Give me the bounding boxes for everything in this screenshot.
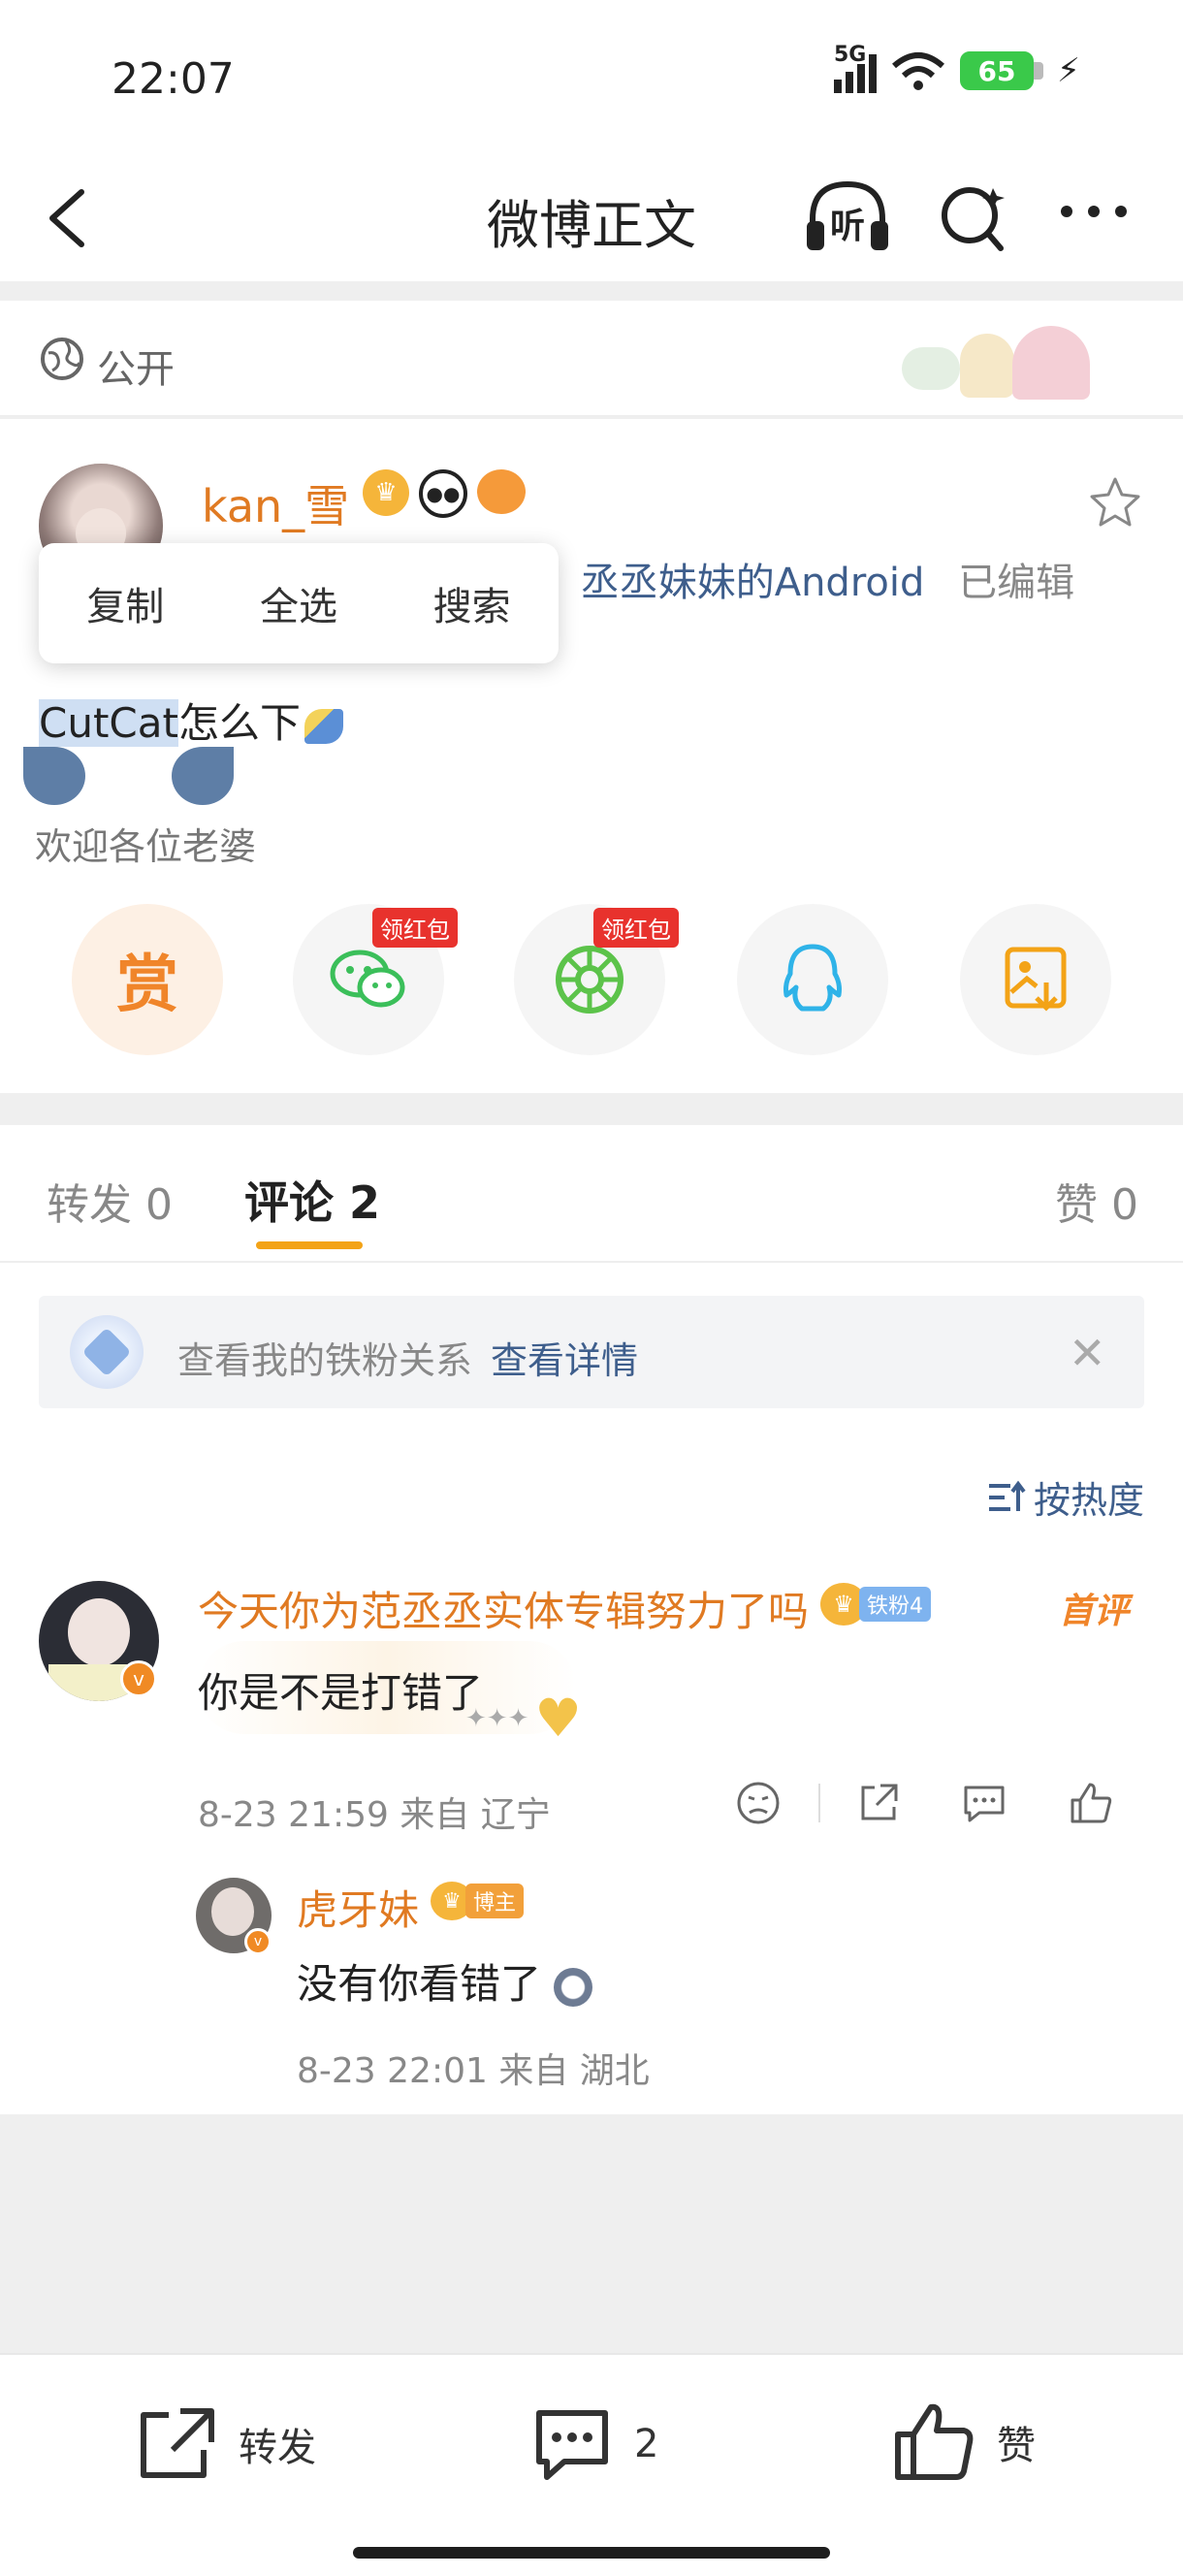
content-text: 怎么下 <box>177 699 301 747</box>
fan-bar-text: 查看我的铁粉关系 <box>177 1339 473 1382</box>
comment-icon <box>536 2410 608 2480</box>
fan-bar-link[interactable]: 查看详情 <box>491 1331 638 1384</box>
source-link[interactable]: 丞丞妹妹的Android <box>581 561 925 605</box>
repost-icon <box>141 2408 214 2478</box>
comment-meta: 8-23 21:59 来自 辽宁 <box>198 1795 551 1835</box>
like-label: 赞 <box>997 2424 1036 2468</box>
verified-badge-icon: v <box>244 1928 272 1955</box>
fan-diamond-icon <box>70 1315 144 1389</box>
globe-icon <box>41 338 83 380</box>
edited-label: 已编辑 <box>958 561 1075 605</box>
tab-like[interactable]: 赞 0 <box>1055 1170 1138 1232</box>
save-image-button[interactable] <box>960 904 1111 1055</box>
like-icon <box>895 2403 974 2480</box>
verified-badge-icon: v <box>120 1660 157 1697</box>
sort-label: 按热度 <box>1034 1479 1145 1522</box>
panda-icon: ●● <box>419 469 467 518</box>
reply-meta: 8-23 22:01 来自 湖北 <box>297 2051 650 2091</box>
post-source: 自 丞丞妹妹的Android 已编辑 <box>512 551 1074 607</box>
fish-icon <box>477 469 526 514</box>
reward-pointer <box>134 873 165 888</box>
home-indicator[interactable] <box>353 2547 830 2559</box>
reward-button[interactable]: 赏 <box>72 904 223 1055</box>
tab-repost[interactable]: 转发 0 <box>47 1170 173 1232</box>
listen-label: 听 <box>830 207 866 246</box>
sort-icon <box>989 1480 1026 1511</box>
like-button[interactable]: 赞 <box>892 2399 1036 2485</box>
visibility-label: 公开 <box>97 347 175 392</box>
battery-icon: 65 <box>960 51 1043 90</box>
share-icon[interactable] <box>855 1780 902 1826</box>
post-welcome-text: 欢迎各位老婆 <box>35 825 257 868</box>
charging-icon: ⚡ <box>1057 51 1080 90</box>
heart-decoration-icon: ✦✦✦ ♥ <box>465 1688 582 1749</box>
repost-button[interactable]: 转发 <box>136 2405 316 2483</box>
rocket-emoji-icon <box>304 708 343 744</box>
post-username[interactable]: kan_雪 <box>202 471 349 535</box>
crown-icon: ♛ <box>363 469 409 516</box>
reply-text[interactable]: 没有你看错了 <box>297 1951 593 2011</box>
redpack-badge-wechat[interactable]: 领红包 <box>372 908 458 948</box>
copy-menu-item[interactable]: 复制 <box>86 575 164 631</box>
fan-level-label: 铁粉4 <box>859 1587 931 1622</box>
tab-comment[interactable]: 评论 2 <box>244 1168 380 1232</box>
moments-icon <box>556 946 623 1014</box>
repost-label: 转发 <box>239 2426 316 2470</box>
reward-label: 赏 <box>116 950 178 1021</box>
status-time: 22:07 <box>112 54 235 104</box>
text-context-menu: 复制 全选 搜索 <box>39 543 559 663</box>
blogger-badge: ♛ 博主 <box>431 1882 525 1920</box>
comment-username[interactable]: 今天你为范丞丞实体专辑努力了吗 <box>198 1579 809 1638</box>
save-image-icon <box>1005 947 1067 1012</box>
tab-active-indicator <box>256 1241 363 1249</box>
selected-text: CutCat <box>39 699 178 747</box>
more-icon[interactable] <box>1061 206 1127 217</box>
redpack-badge-moments[interactable]: 领红包 <box>593 908 679 948</box>
search-menu-item[interactable]: 搜索 <box>433 575 511 631</box>
post-content[interactable]: CutCat怎么下 <box>39 691 343 750</box>
star-icon[interactable] <box>1088 475 1142 530</box>
battery-level: 65 <box>960 51 1034 90</box>
listen-button[interactable]: 听 <box>803 177 892 258</box>
tab-bar <box>0 1125 1183 1263</box>
comment-icon[interactable] <box>960 1780 1008 1826</box>
comment-count: 2 <box>634 2422 659 2466</box>
sort-button[interactable]: 按热度 <box>987 1470 1144 1524</box>
signal-icon: 5G <box>834 43 877 93</box>
like-icon[interactable] <box>1067 1779 1115 1827</box>
status-icons: 5G 65 ⚡ <box>834 43 1080 93</box>
husky-emoji-icon <box>554 1967 593 2007</box>
selection-handle-start[interactable] <box>23 747 85 805</box>
blogger-label: 博主 <box>465 1884 525 1918</box>
first-comment-tag: 首评 <box>1059 1592 1130 1631</box>
selection-handle-end[interactable] <box>172 747 234 805</box>
user-badges: ♛ ●● <box>363 469 526 518</box>
wifi-icon <box>892 52 944 90</box>
comment-actions <box>735 1779 1115 1827</box>
comment-button[interactable]: 2 <box>531 2403 658 2485</box>
wechat-icon <box>330 950 405 1008</box>
reply-username[interactable]: 虎牙妹 <box>297 1878 419 1937</box>
decoration-sticker <box>892 318 1096 405</box>
close-icon[interactable]: ✕ <box>1069 1331 1106 1375</box>
comment-text[interactable]: 你是不是打错了 <box>198 1660 483 1720</box>
search-icon[interactable] <box>937 178 1008 256</box>
dislike-face-icon[interactable] <box>735 1780 782 1826</box>
share-qq-button[interactable] <box>737 904 888 1055</box>
fan-level-badge: ♛ 铁粉4 <box>820 1583 931 1626</box>
reply-text-content: 没有你看错了 <box>297 1960 542 2008</box>
qq-icon <box>783 944 842 1012</box>
select-all-menu-item[interactable]: 全选 <box>260 575 337 631</box>
network-label: 5G <box>834 43 867 67</box>
